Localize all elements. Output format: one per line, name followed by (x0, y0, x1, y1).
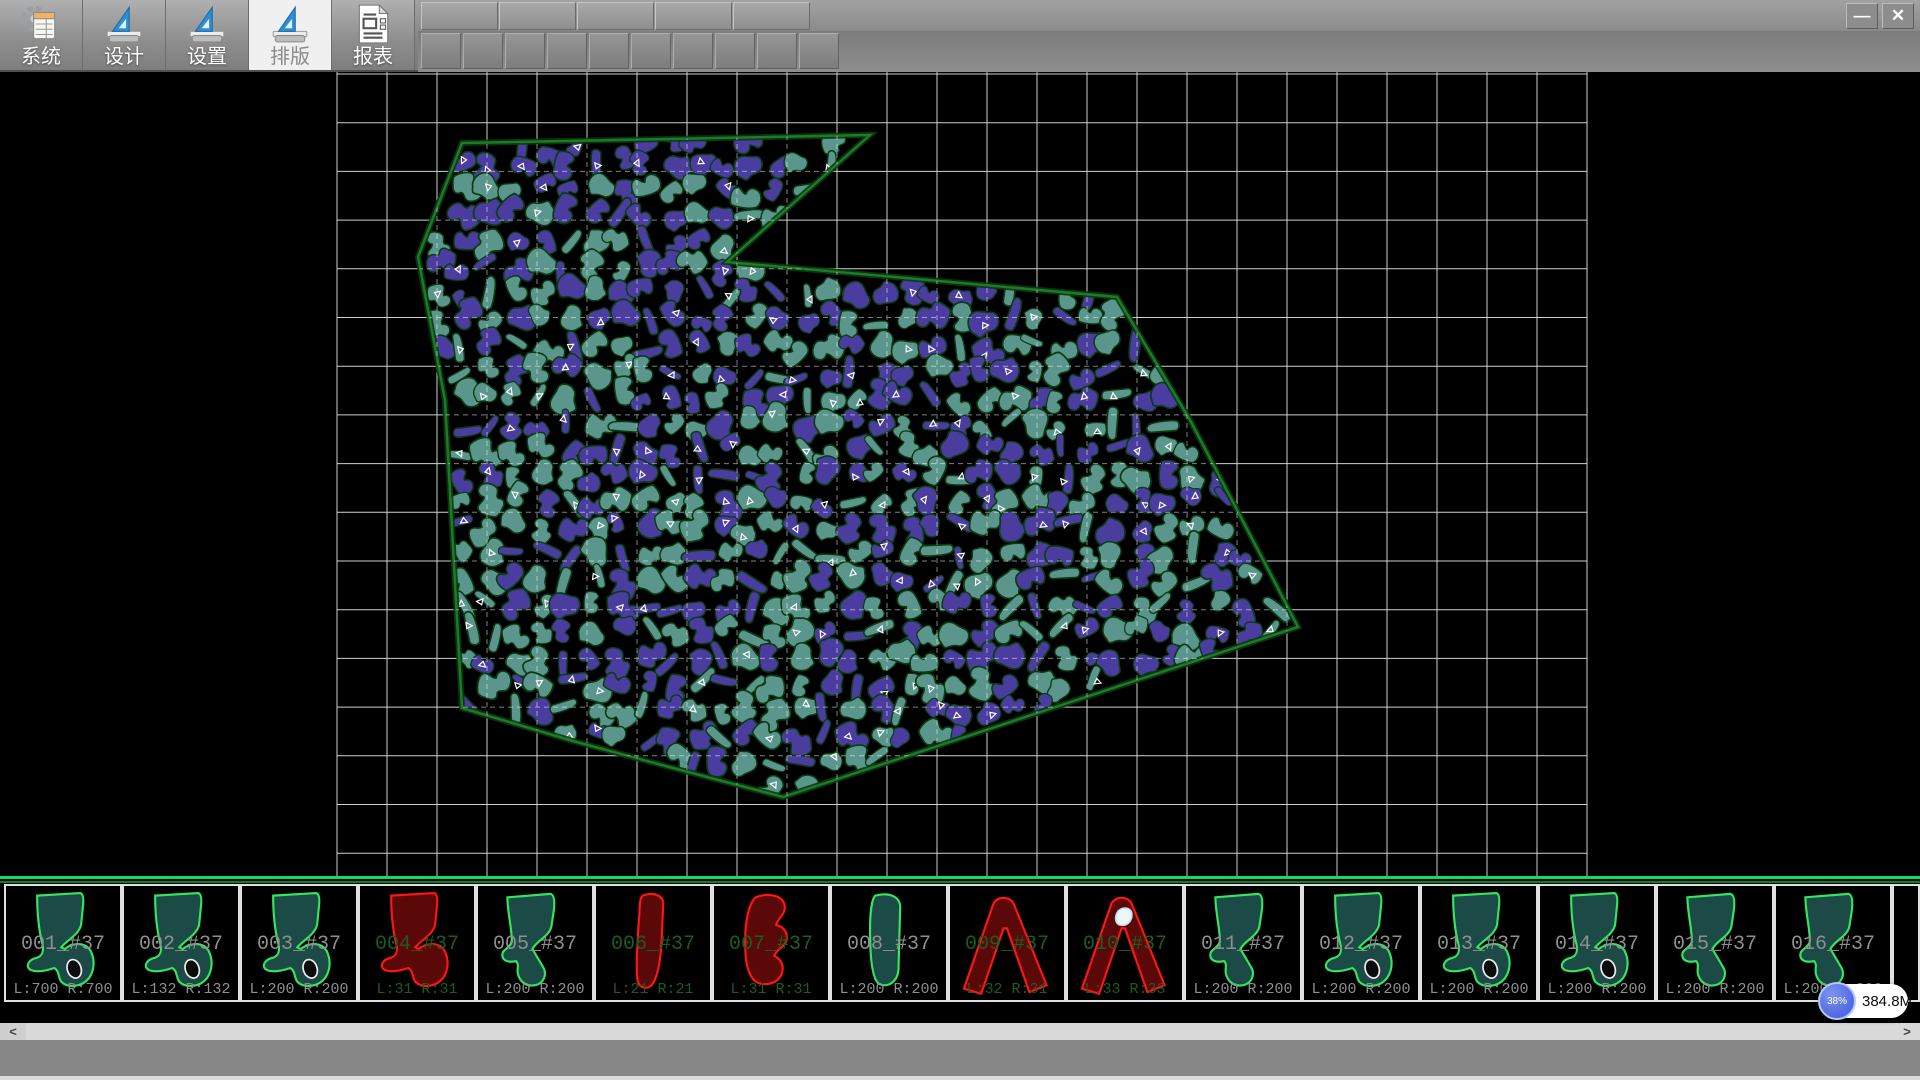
window-bottom-bar (0, 1040, 1920, 1076)
status-badge: 38% 384.8M (1820, 984, 1908, 1018)
pattern-id-label: 002_#37 (124, 933, 238, 956)
module-buttons: 系统 设计 设置 排版 报表 (0, 0, 415, 70)
pattern-thumbnail[interactable]: 005_#37 L:200 R:200 (476, 884, 594, 1002)
pattern-lr-label: L:31 R:31 (360, 981, 474, 998)
module-button[interactable]: 报表 (332, 0, 415, 70)
pattern-lr-label: L:200 R:200 (1304, 981, 1418, 998)
action-button[interactable] (505, 33, 545, 69)
pattern-id-label: 007_#37 (714, 933, 828, 956)
module-button-label: 排版 (270, 45, 310, 69)
action-button[interactable] (799, 33, 839, 69)
hide-nesting-view (0, 72, 1920, 876)
action-button[interactable] (463, 33, 503, 69)
module-button[interactable]: 系统 (0, 0, 83, 70)
window-controls: — ✕ (1846, 3, 1914, 29)
strip-divider-dark (0, 881, 1920, 883)
pattern-thumbnail[interactable]: 002_#37 L:132 R:132 (122, 884, 240, 1002)
pattern-thumbnail[interactable]: 010_#37 L:33 R:33 (1066, 884, 1184, 1002)
module-button-label: 系统 (21, 45, 61, 69)
pattern-id-label: 016_#37 (1776, 933, 1890, 956)
pattern-thumbnail[interactable]: 004_#37 L:31 R:31 (358, 884, 476, 1002)
minimize-button[interactable]: — (1846, 3, 1878, 29)
pattern-lr-label: L:32 R:31 (950, 981, 1064, 998)
pattern-lr-label: L:31 R:31 (714, 981, 828, 998)
app-window: 系统 设计 设置 排版 报表 — (0, 0, 1920, 1080)
action-bar (421, 33, 839, 69)
main-toolbar: 系统 设计 设置 排版 报表 — (0, 0, 1920, 72)
menu-item[interactable] (577, 2, 654, 30)
pattern-id-label: 003_#37 (242, 933, 356, 956)
module-icon (186, 3, 228, 45)
scroll-right-button[interactable]: > (1894, 1023, 1920, 1040)
pattern-id-label: 014_#37 (1540, 933, 1654, 956)
action-button[interactable] (757, 33, 797, 69)
action-button[interactable] (631, 33, 671, 69)
pattern-lr-label: L:33 R:33 (1068, 981, 1182, 998)
nesting-canvas[interactable] (0, 72, 1920, 876)
pattern-thumbnail[interactable]: 012_#37 L:200 R:200 (1302, 884, 1420, 1002)
menu-item[interactable] (733, 2, 810, 30)
module-button[interactable]: 排版 (249, 0, 332, 70)
pattern-id-label: 011_#37 (1186, 933, 1300, 956)
menu-bar (421, 2, 810, 30)
pattern-id-label: 005_#37 (478, 933, 592, 956)
pattern-lr-label: L:21 R:21 (596, 981, 710, 998)
pattern-thumbnail[interactable]: 009_#37 L:32 R:31 (948, 884, 1066, 1002)
pattern-id-label: 006_#37 (596, 933, 710, 956)
module-button[interactable]: 设计 (83, 0, 166, 70)
action-button[interactable] (589, 33, 629, 69)
pattern-id-label: 009_#37 (950, 933, 1064, 956)
module-button-label: 报表 (353, 45, 393, 69)
action-button[interactable] (421, 33, 461, 69)
progress-circle: 38% (1818, 982, 1856, 1020)
pattern-lr-label: L:200 R:200 (478, 981, 592, 998)
pattern-lr-label: L:132 R:132 (124, 981, 238, 998)
module-icon (103, 3, 145, 45)
pattern-thumbnail[interactable]: 015_#37 L:200 R:200 (1656, 884, 1774, 1002)
pattern-lr-label: L:700 R:700 (6, 981, 120, 998)
pattern-lr-label: L:200 R:200 (832, 981, 946, 998)
module-button[interactable]: 设置 (166, 0, 249, 70)
pattern-thumbnail[interactable]: 007_#37 L:31 R:31 (712, 884, 830, 1002)
pattern-thumbnail[interactable]: 003_#37 L:200 R:200 (240, 884, 358, 1002)
pattern-thumbnail[interactable]: 006_#37 L:21 R:21 (594, 884, 712, 1002)
action-button[interactable] (547, 33, 587, 69)
pattern-thumbnail[interactable]: 011_#37 L:200 R:200 (1184, 884, 1302, 1002)
pattern-lr-label: L:200 R:200 (1658, 981, 1772, 998)
pattern-id-label: 015_#37 (1658, 933, 1772, 956)
pattern-cells: 001_#37 L:700 R:700 002_#37 L:132 R:132 … (4, 884, 1892, 1002)
menu-item[interactable] (499, 2, 576, 30)
horizontal-scrollbar[interactable]: < > (0, 1023, 1920, 1040)
pattern-thumbnail[interactable]: 008_#37 L:200 R:200 (830, 884, 948, 1002)
scroll-left-button[interactable]: < (0, 1023, 26, 1040)
menu-item[interactable] (421, 2, 498, 30)
pattern-strip: 001_#37 L:700 R:700 002_#37 L:132 R:132 … (0, 876, 1920, 1023)
menu-item[interactable] (655, 2, 732, 30)
action-button[interactable] (715, 33, 755, 69)
window-bottom-edge (0, 1076, 1920, 1080)
action-button[interactable] (673, 33, 713, 69)
pattern-id-label: 008_#37 (832, 933, 946, 956)
pattern-lr-label: L:200 R:200 (1422, 981, 1536, 998)
pattern-lr-label: L:200 R:200 (1540, 981, 1654, 998)
pattern-lr-label: L:200 R:200 (242, 981, 356, 998)
module-icon (269, 3, 311, 45)
pattern-thumbnail[interactable]: 013_#37 L:200 R:200 (1420, 884, 1538, 1002)
module-button-label: 设置 (187, 45, 227, 69)
pattern-lr-label: L:200 R:200 (1186, 981, 1300, 998)
close-button[interactable]: ✕ (1882, 3, 1914, 29)
module-icon (20, 3, 62, 45)
module-button-label: 设计 (104, 45, 144, 69)
pattern-id-label: 010_#37 (1068, 933, 1182, 956)
pattern-id-label: 001_#37 (6, 933, 120, 956)
pattern-thumbnail[interactable]: 001_#37 L:700 R:700 (4, 884, 122, 1002)
module-icon (352, 3, 394, 45)
pattern-id-label: 012_#37 (1304, 933, 1418, 956)
pattern-thumbnail[interactable]: 014_#37 L:200 R:200 (1538, 884, 1656, 1002)
strip-divider-bright (0, 876, 1920, 879)
pattern-id-label: 013_#37 (1422, 933, 1536, 956)
memory-usage: 384.8M (1862, 993, 1912, 1010)
pattern-id-label: 004_#37 (360, 933, 474, 956)
